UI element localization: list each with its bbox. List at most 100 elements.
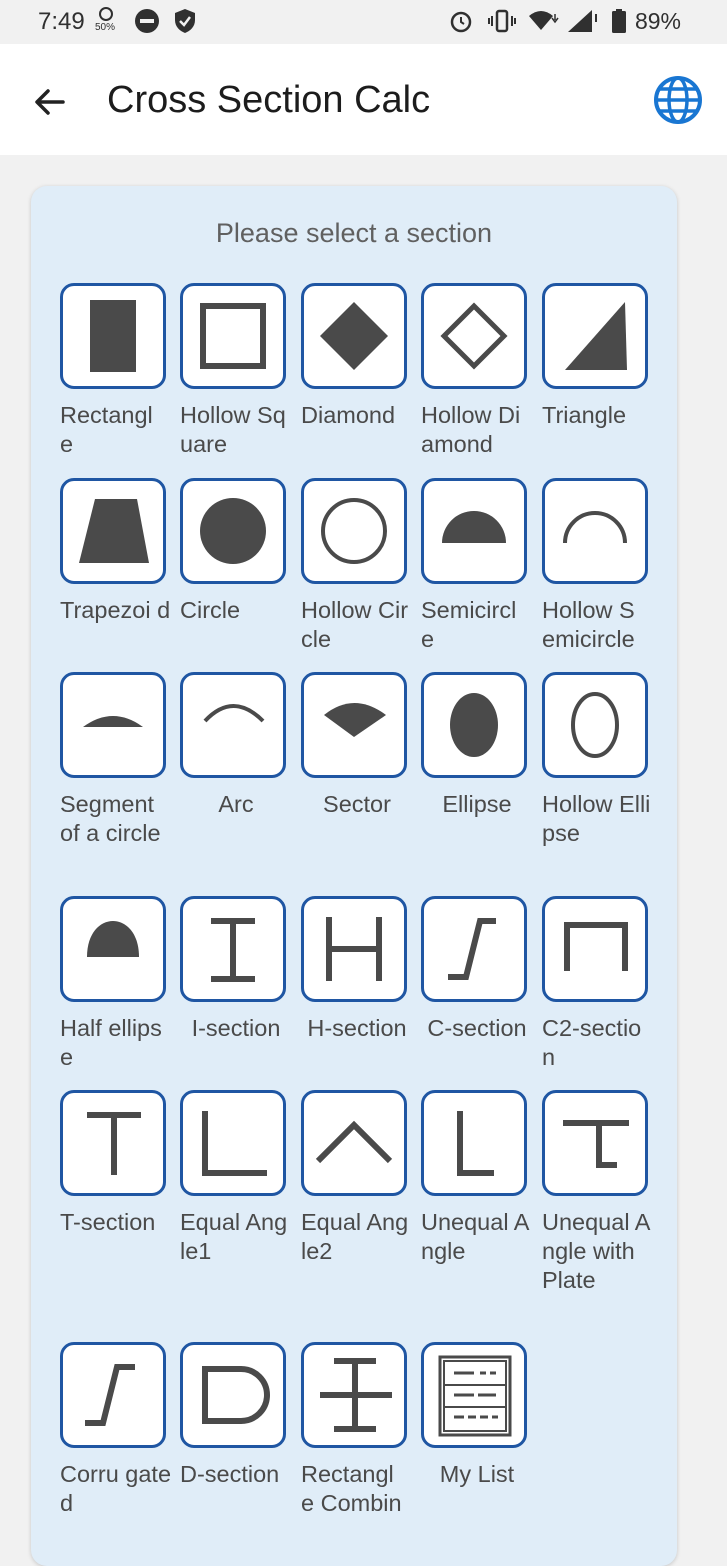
ellipse-icon (450, 693, 498, 757)
tile-sector[interactable]: Sector (301, 672, 407, 819)
tile-corrugated[interactable]: Corru gated (60, 1342, 171, 1518)
tile-hollow-semicircle[interactable]: Hollow S emicircle (542, 478, 648, 654)
corrugated-icon (85, 1364, 135, 1426)
status-time: 7:49 (38, 8, 85, 35)
unequal-angle-plate-icon (563, 1120, 629, 1168)
tile-label: C2-sectio n (542, 1015, 642, 1070)
tile-label: Corru gated (60, 1461, 172, 1516)
tile-label: Unequal Angle (421, 1209, 530, 1264)
tile-label: Hollow Square (180, 402, 286, 457)
h-section-icon (326, 917, 382, 981)
language-button[interactable] (652, 74, 704, 126)
tile-label: H-section (307, 1015, 407, 1041)
tile-label: Sector (323, 791, 391, 817)
triangle-icon (565, 302, 627, 370)
half-ellipse-icon (87, 921, 139, 957)
hollow-square-icon (200, 303, 266, 369)
diamond-icon (320, 302, 388, 370)
tile-label: Circle (180, 597, 241, 623)
tile-label: My List (439, 1461, 515, 1487)
shield-icon (173, 8, 197, 40)
tile-circle[interactable]: Circle (180, 478, 286, 625)
signal-icon (566, 8, 600, 40)
tile-h-section[interactable]: H-section (301, 896, 407, 1043)
tile-equal-angle2[interactable]: Equal Angle2 (301, 1090, 408, 1266)
page-title: Cross Section Calc (107, 79, 431, 121)
tile-c-section[interactable]: C-section (421, 896, 527, 1043)
tile-label: Hollow S emicircle (542, 597, 635, 652)
globe-icon (654, 76, 702, 124)
arrow-back-icon (35, 89, 65, 115)
arc-icon (203, 704, 265, 723)
tile-label: Equal Angle1 (180, 1209, 288, 1264)
tile-unequal-angle[interactable]: Unequal Angle (421, 1090, 529, 1266)
tile-t-section[interactable]: T-section (60, 1090, 166, 1237)
tile-label: Diamond (301, 402, 396, 428)
circle-icon (200, 498, 266, 564)
tile-diamond[interactable]: Diamond (301, 283, 407, 430)
unequal-angle-icon (457, 1111, 494, 1176)
tile-label: Segment of a circle (60, 791, 161, 846)
tile-label: Half ellipse (60, 1015, 162, 1070)
tile-label: C-section (427, 1015, 527, 1041)
app-bar: Cross Section Calc (0, 44, 727, 155)
c-section-icon (448, 918, 496, 980)
semicircle-icon (442, 511, 506, 543)
rectangle-combination-icon (320, 1358, 392, 1432)
tile-label: Equal Angle2 (301, 1209, 409, 1264)
back-button[interactable] (30, 82, 70, 122)
tile-half-ellipse[interactable]: Half ellipse (60, 896, 166, 1072)
tile-rectangle-combination[interactable]: Rectangl e Combin (301, 1342, 407, 1518)
alarm-icon (448, 8, 474, 40)
c2-section-icon (564, 922, 628, 971)
equal-angle1-icon (202, 1111, 267, 1176)
tile-segment-of-a-circle[interactable]: Segment of a circle (60, 672, 166, 848)
tile-hollow-diamond[interactable]: Hollow Diamond (421, 283, 527, 459)
i-section-icon (211, 918, 255, 982)
tile-ellipse[interactable]: Ellipse (421, 672, 527, 819)
tile-label: Hollow Diamond (421, 402, 521, 457)
status-bar: 7:49 50% 89% (0, 0, 727, 44)
tile-triangle[interactable]: Triangle (542, 283, 648, 430)
tile-label: I-section (191, 1015, 281, 1041)
tile-c2-section[interactable]: C2-sectio n (542, 896, 648, 1072)
app-notification-icon (134, 8, 160, 40)
rectangle-icon (90, 300, 136, 372)
card-title: Please select a section (215, 218, 493, 248)
hollow-circle-icon (321, 498, 387, 564)
tile-hollow-square[interactable]: Hollow Square (180, 283, 286, 459)
tile-label: Semicircl e (421, 597, 517, 652)
tile-label: D-section (180, 1461, 280, 1487)
tile-my-list[interactable]: My List (421, 1342, 527, 1489)
sector-icon (324, 703, 386, 737)
battery-icon (611, 8, 627, 40)
tile-label: Trapezoi d (60, 597, 171, 623)
tile-label: Arc (218, 791, 254, 817)
equal-angle2-icon (315, 1120, 393, 1164)
notification-sub-text: 50% (95, 22, 116, 33)
hollow-semicircle-icon (563, 511, 627, 544)
tile-i-section[interactable]: I-section (180, 896, 286, 1043)
tile-unequal-angle-with-plate[interactable]: Unequal Angle with Plate (542, 1090, 650, 1295)
tile-semicircle[interactable]: Semicircl e (421, 478, 527, 654)
tile-label: Rectangl e (60, 402, 153, 457)
tile-trapezoid[interactable]: Trapezoi d (60, 478, 170, 625)
tile-label: Triangle (542, 402, 627, 428)
tile-label: Ellipse (442, 791, 512, 817)
d-section-icon (202, 1366, 270, 1424)
tile-rectangle[interactable]: Rectangl e (60, 283, 166, 459)
tile-equal-angle1[interactable]: Equal Angle1 (180, 1090, 287, 1266)
hollow-diamond-icon (440, 302, 508, 370)
hollow-ellipse-icon (571, 692, 619, 758)
tile-label: Hollow Ellipse (542, 791, 651, 846)
tile-label: Rectangl e Combin (301, 1461, 402, 1516)
trapezoid-icon (79, 499, 149, 563)
tile-hollow-circle[interactable]: Hollow Circle (301, 478, 408, 654)
wifi-icon (527, 8, 559, 40)
tile-d-section[interactable]: D-section (180, 1342, 286, 1489)
battery-percent: 89% (634, 8, 681, 34)
tile-hollow-ellipse[interactable]: Hollow Ellipse (542, 672, 650, 848)
t-section-icon (87, 1112, 141, 1175)
tile-arc[interactable]: Arc (180, 672, 286, 819)
segment-icon (83, 716, 143, 727)
